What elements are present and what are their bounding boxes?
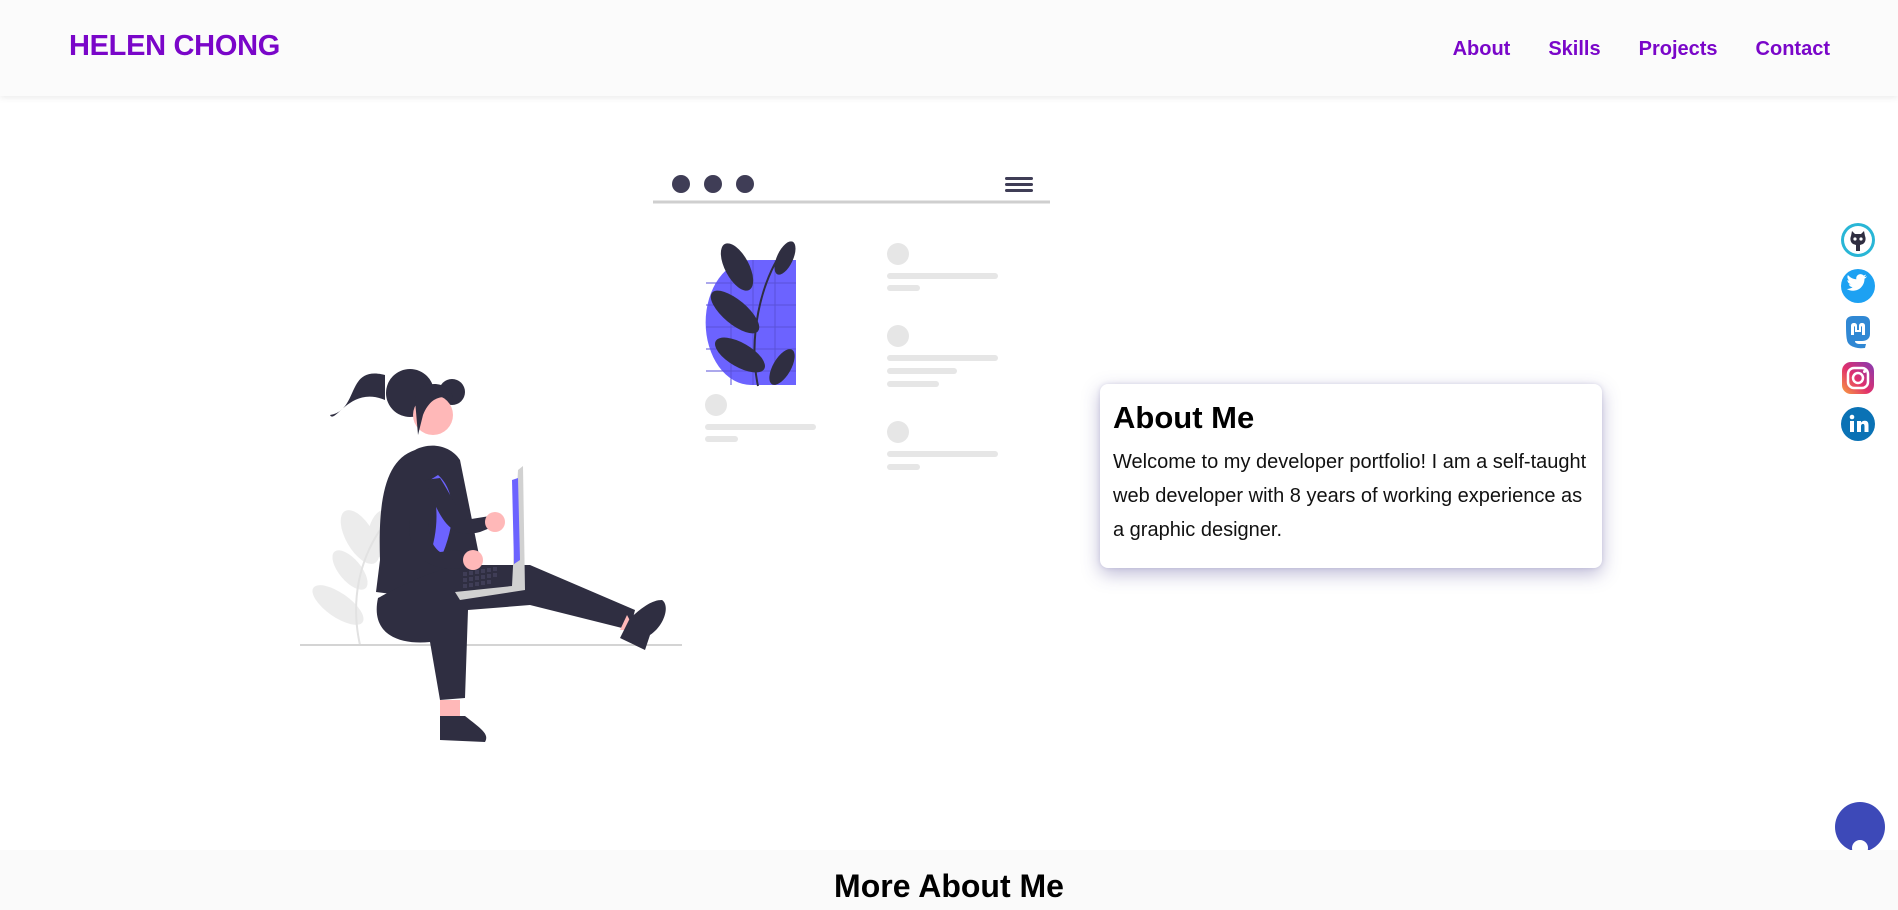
about-text: Welcome to my developer portfolio! I am … <box>1113 451 1587 541</box>
nav-contact-link[interactable]: Contact <box>1756 38 1830 61</box>
site-header: HELEN CHONG About Skills Projects Contac… <box>0 0 1898 96</box>
twitter-icon[interactable] <box>1840 268 1876 304</box>
instagram-icon[interactable] <box>1840 360 1876 396</box>
github-icon[interactable] <box>1840 222 1876 258</box>
more-about-title: More About Me <box>834 868 1064 904</box>
about-title: About Me <box>1113 400 1255 435</box>
hamburger-menu-icon <box>1005 177 1033 192</box>
site-brand[interactable]: HELEN CHONG <box>69 30 280 63</box>
plant-tile-graphic <box>705 241 796 387</box>
about-me-card: About Me Welcome to my developer portfol… <box>1100 384 1602 568</box>
nav-skills-link[interactable]: Skills <box>1548 38 1600 61</box>
linkedin-icon[interactable] <box>1840 406 1876 442</box>
woman-with-laptop-figure <box>330 369 666 742</box>
main-nav: About Skills Projects Contact <box>1453 38 1830 61</box>
browser-mockup <box>653 175 1050 470</box>
social-links <box>1840 222 1876 442</box>
nav-about-link[interactable]: About <box>1453 38 1511 61</box>
hero-illustration <box>300 175 1050 742</box>
nav-projects-link[interactable]: Projects <box>1639 38 1718 61</box>
more-about-section: More About Me <box>0 850 1898 910</box>
floating-chat-button[interactable] <box>1835 802 1885 856</box>
mastodon-icon[interactable] <box>1840 314 1876 350</box>
